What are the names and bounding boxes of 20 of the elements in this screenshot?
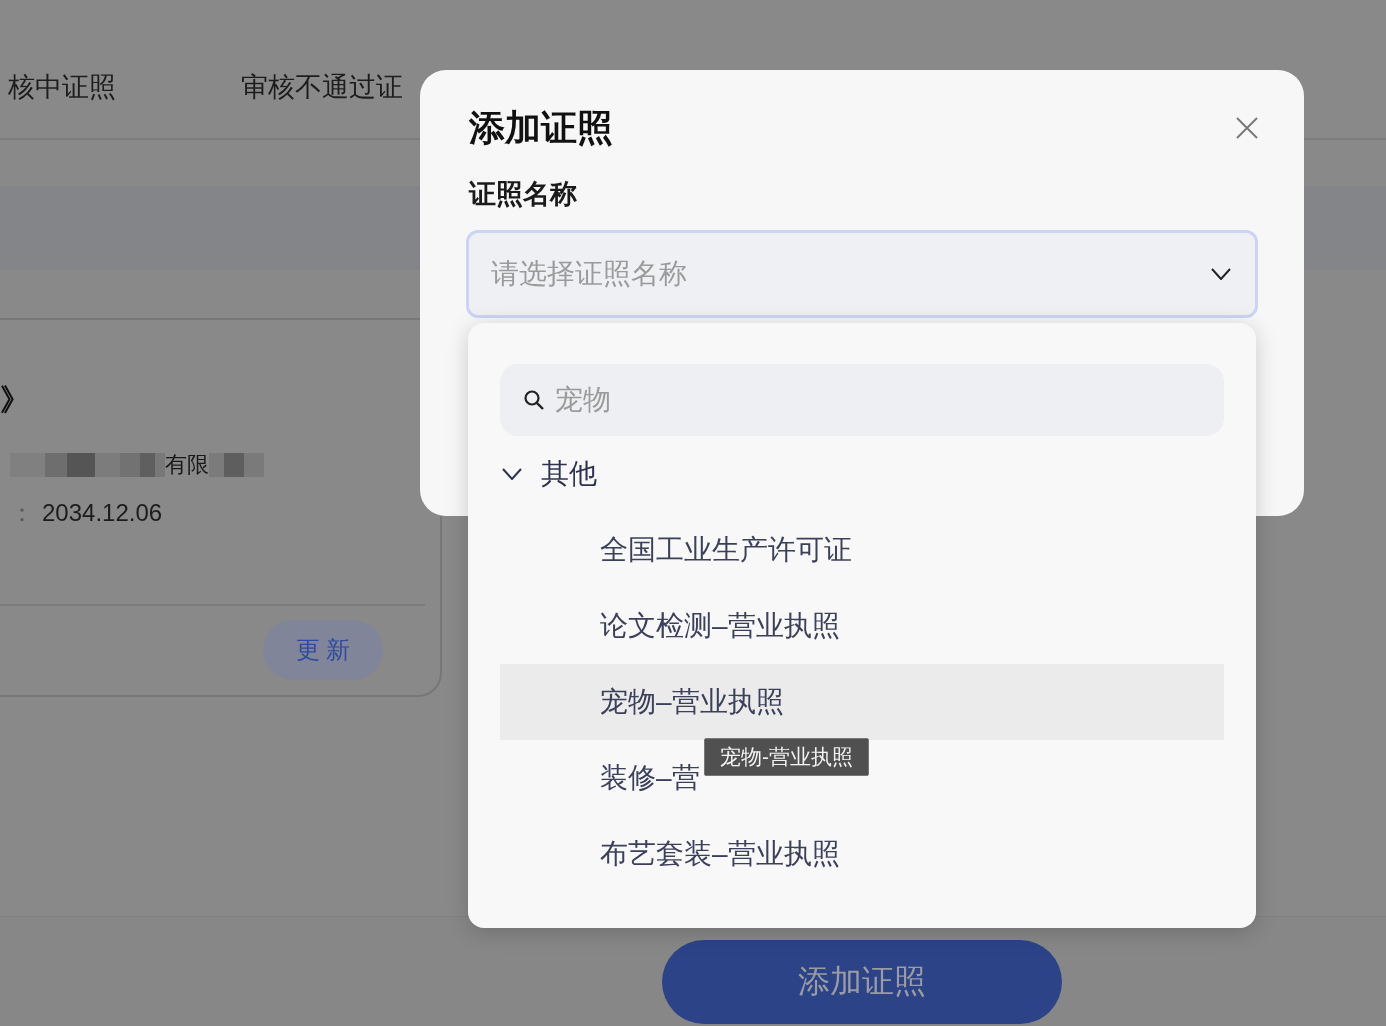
- search-field[interactable]: 宠物: [500, 364, 1224, 436]
- field-label: 证照名称: [469, 178, 577, 210]
- chevron-down-icon: [1211, 268, 1231, 280]
- close-icon[interactable]: [1236, 117, 1258, 139]
- tree-item[interactable]: 布艺套装–营业执照: [500, 816, 1224, 892]
- search-icon: [524, 390, 544, 410]
- chevron-down-icon: [502, 468, 522, 480]
- expiry-label: ：: [10, 498, 34, 528]
- card-title: 》: [0, 382, 30, 418]
- tree-item[interactable]: 论文检测–营业执照: [500, 588, 1224, 664]
- holder-name: 有限: [165, 453, 209, 477]
- tooltip: 宠物-营业执照: [704, 738, 869, 776]
- page-tab[interactable]: 审核不通过证: [241, 70, 403, 110]
- dialog-title: 添加证照: [469, 106, 613, 150]
- tree-item[interactable]: 全国工业生产许可证: [500, 512, 1224, 588]
- page-tab[interactable]: 核中证照: [8, 70, 116, 110]
- expiry-date: 2034.12.06: [42, 499, 163, 527]
- redaction-mosaic: [209, 453, 264, 477]
- tree-group[interactable]: 其他: [500, 436, 1224, 512]
- tree-item[interactable]: 宠物–营业执照: [500, 664, 1224, 740]
